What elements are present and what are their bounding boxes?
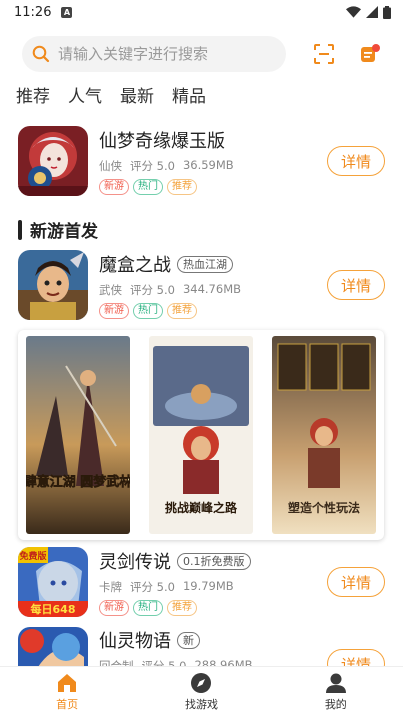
nav-home-label: 首页 (56, 697, 79, 711)
badge-recommend: 推荐 (167, 303, 197, 319)
game-tag: 热血江湖 (177, 255, 233, 273)
game-name: 仙灵物语 (99, 631, 171, 652)
battery-icon (383, 5, 391, 19)
badge-new: 新游 (99, 179, 129, 195)
game-row-mohe[interactable]: 魔盒之战 热血江湖 武侠 评分 5.0 344.76MB 新游 热门 推荐 详情 (18, 248, 385, 322)
search-bar[interactable] (22, 36, 286, 72)
game-size: 344.76MB (182, 282, 242, 296)
game-size: 36.59MB (182, 158, 234, 172)
screenshot-3[interactable]: 塑造个性玩法 (272, 336, 376, 534)
tab-featured[interactable]: 精品 (172, 82, 206, 107)
detail-button[interactable]: 详情 (327, 146, 385, 176)
tab-recommend[interactable]: 推荐 (16, 82, 50, 107)
nav-home[interactable]: 首页 (22, 672, 112, 712)
icon-daily-label: 每日648 (31, 602, 76, 616)
game-row-lingjian[interactable]: 免费版 每日648 灵剑传说 0.1折免费版 卡牌 评分 5.0 19.79MB… (18, 545, 385, 619)
tab-popular[interactable]: 人气 (68, 82, 102, 107)
badge-hot: 热门 (133, 179, 163, 195)
status-time: 11:26 (14, 4, 52, 20)
game-genre: 卡牌 (99, 580, 122, 594)
nav-find-games[interactable]: 找游戏 (156, 672, 246, 712)
badge-hot: 热门 (133, 600, 163, 616)
game-name: 仙梦奇缘爆玉版 (99, 131, 225, 152)
scan-button[interactable] (312, 42, 336, 66)
badge-recommend: 推荐 (167, 179, 197, 195)
user-icon (325, 673, 346, 693)
game-icon-lingjian: 免费版 每日648 (18, 547, 88, 617)
badge-hot: 热门 (133, 303, 163, 319)
game-rating: 评分 5.0 (130, 283, 175, 297)
signal-icon (366, 6, 378, 18)
screenshot-2-caption: 挑战巅峰之路 (165, 500, 238, 515)
badge-recommend: 推荐 (167, 600, 197, 616)
game-genre: 仙侠 (99, 159, 122, 173)
wifi-icon (346, 6, 361, 18)
nav-profile-label: 我的 (324, 697, 347, 711)
message-button[interactable] (358, 42, 382, 66)
nav-find-games-label: 找游戏 (184, 697, 218, 711)
game-tag: 新 (177, 631, 200, 649)
game-name: 灵剑传说 (99, 552, 171, 573)
detail-button[interactable]: 详情 (327, 567, 385, 597)
bottom-nav: 首页 找游戏 我的 (0, 666, 403, 716)
game-name: 魔盒之战 (99, 255, 171, 276)
screenshot-3-caption: 塑造个性玩法 (288, 500, 360, 515)
tab-newest[interactable]: 最新 (120, 82, 154, 107)
game-screenshots-banner[interactable]: 肆意江湖 圆梦武林 挑战巅峰之路 塑造个性玩法 (18, 330, 384, 540)
game-size: 19.79MB (182, 579, 234, 593)
message-icon (361, 44, 380, 62)
screenshot-1-caption: 肆意江湖 圆梦武林 (26, 474, 130, 490)
game-rating: 评分 5.0 (130, 580, 175, 594)
nav-profile[interactable]: 我的 (291, 672, 381, 712)
home-icon (58, 673, 77, 692)
search-icon (32, 45, 50, 63)
badge-new: 新游 (99, 303, 129, 319)
game-tag: 0.1折免费版 (177, 552, 251, 570)
detail-button[interactable]: 详情 (327, 270, 385, 300)
game-rating: 评分 5.0 (130, 159, 175, 173)
search-row (22, 36, 389, 72)
game-row-xianmeng[interactable]: 仙梦奇缘爆玉版 仙侠 评分 5.0 36.59MB 新游 热门 推荐 详情 (18, 124, 385, 198)
section-bar (18, 219, 22, 240)
screenshot-2[interactable]: 挑战巅峰之路 (149, 336, 253, 534)
icon-free-label: 免费版 (19, 550, 46, 562)
game-icon-xianmeng (18, 126, 88, 196)
game-icon-mohe (18, 250, 88, 320)
search-input[interactable] (58, 45, 278, 63)
status-bar: 11:26 A (0, 0, 403, 24)
notification-icon: A (61, 6, 73, 18)
scan-icon (314, 44, 334, 64)
section-header: 新游首发 (18, 217, 98, 242)
category-tabs: 推荐 人气 最新 精品 (16, 82, 206, 107)
compass-icon (191, 672, 212, 693)
game-genre: 武侠 (99, 283, 122, 297)
badge-new: 新游 (99, 600, 129, 616)
section-title: 新游首发 (30, 222, 98, 242)
screenshot-1[interactable]: 肆意江湖 圆梦武林 (26, 336, 130, 534)
